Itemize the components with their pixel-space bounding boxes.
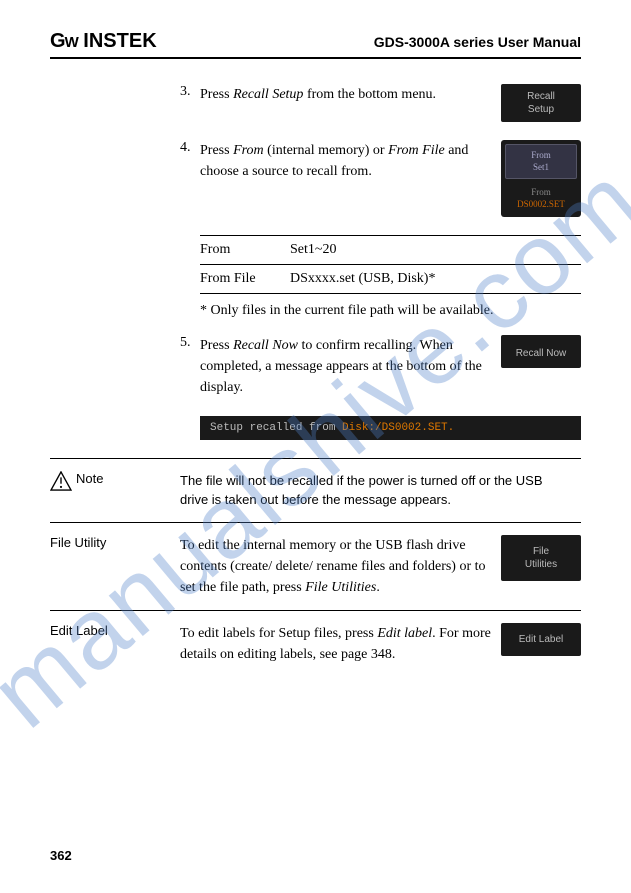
step-number: 5.	[180, 335, 200, 398]
step-text: Press From (internal memory) or From Fil…	[200, 140, 501, 217]
note-section: Note The file will not be recalled if th…	[50, 458, 581, 522]
page-number: 362	[50, 848, 72, 863]
table-label: From File	[200, 271, 290, 287]
step-text: Press Recall Now to confirm recalling. W…	[200, 335, 501, 398]
manual-title: GDS-3000A series User Manual	[374, 34, 581, 50]
step-number: 3.	[180, 84, 200, 122]
table-row: From Set1~20	[200, 235, 581, 264]
brand-logo: GW INSTEK	[50, 30, 157, 53]
step-number: 4.	[180, 140, 200, 217]
footnote: * Only files in the current file path wi…	[200, 293, 581, 335]
table-value: Set1~20	[290, 242, 581, 258]
step-5: 5. Press Recall Now to confirm recalling…	[180, 335, 581, 398]
section-text: To edit the internal memory or the USB f…	[180, 535, 501, 598]
step-3: 3. Press Recall Setup from the bottom me…	[180, 84, 581, 122]
note-text: The file will not be recalled if the pow…	[180, 471, 581, 510]
file-utility-section: File Utility To edit the internal memory…	[50, 522, 581, 610]
edit-label-section: Edit Label To edit labels for Setup file…	[50, 610, 581, 677]
from-button-image: FromSet1 FromDS0002.SET	[501, 140, 581, 217]
edit-label-button-image: Edit Label	[501, 623, 581, 656]
section-label: Edit Label	[50, 623, 180, 665]
section-text: To edit labels for Setup files, press Ed…	[180, 623, 501, 665]
step-text: Press Recall Setup from the bottom menu.	[200, 84, 501, 122]
table-row: From File DSxxxx.set (USB, Disk)*	[200, 264, 581, 293]
table-label: From	[200, 242, 290, 258]
status-message: Setup recalled from Disk:/DS0002.SET.	[200, 416, 581, 440]
warning-icon	[50, 471, 72, 491]
page-header: GW INSTEK GDS-3000A series User Manual	[50, 30, 581, 59]
file-utilities-button-image: File Utilities	[501, 535, 581, 581]
table-value: DSxxxx.set (USB, Disk)*	[290, 271, 581, 287]
recall-now-button-image: Recall Now	[501, 335, 581, 368]
recall-setup-button-image: Recall Setup	[501, 84, 581, 122]
note-label: Note	[50, 471, 180, 510]
section-label: File Utility	[50, 535, 180, 598]
step-4: 4. Press From (internal memory) or From …	[180, 140, 581, 217]
